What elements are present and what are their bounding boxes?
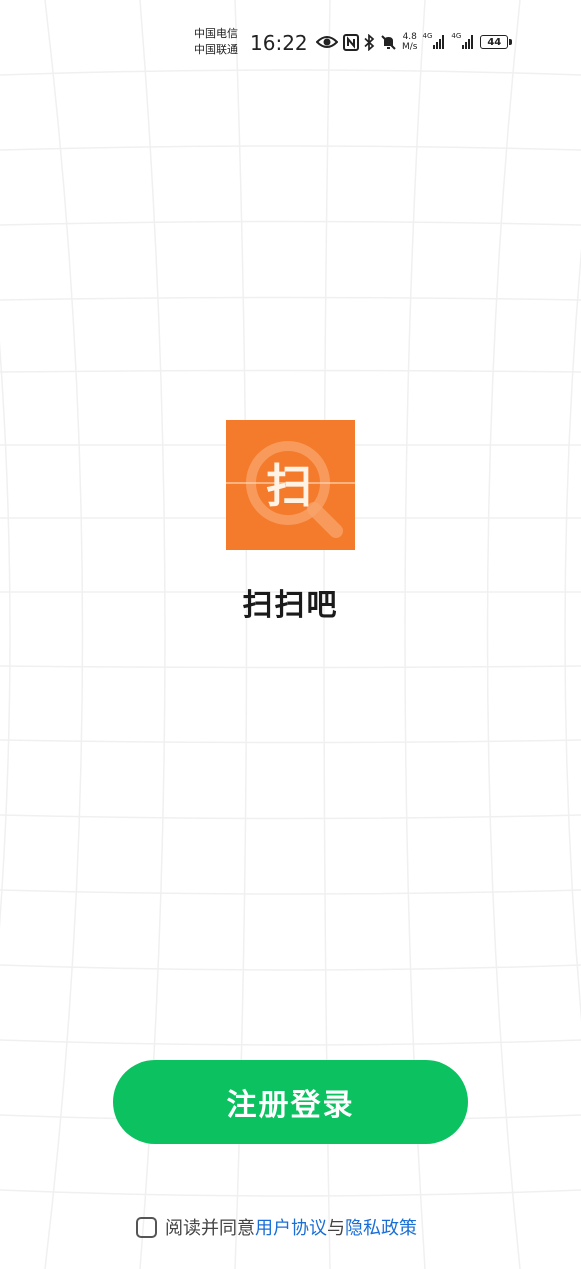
bluetooth-icon [364,33,375,51]
privacy-policy-link[interactable]: 隐私政策 [345,1214,417,1240]
battery-level: 44 [487,36,502,48]
agreement-prefix: 阅读并同意 [165,1218,255,1239]
status-bar: 中国电信 中国联通 16:22 4.8 M/s 4G 4G 44 [0,0,581,88]
signal-icon [462,35,474,49]
sim1-network: 4G [422,32,433,40]
battery-icon: 44 [480,35,513,49]
agreement-conjunction: 与 [327,1218,345,1239]
sim2-network: 4G [451,32,462,40]
carrier-1: 中国电信 [194,27,238,40]
register-login-button[interactable]: 注册登录 [113,1060,468,1144]
nfc-icon [343,33,359,51]
app-logo-char: 扫 [266,459,312,513]
signal-icon [433,35,445,49]
net-speed-value: 4.8 [402,32,417,42]
carrier-2: 中国联通 [194,43,238,56]
agreement-row: 阅读并同意 用户协议 与 隐私政策 [136,1214,417,1240]
app-name: 扫扫吧 [242,588,339,623]
net-speed: 4.8 M/s [402,32,418,52]
app-logo: 扫 [226,420,355,550]
mute-icon [380,34,397,51]
agreement-checkbox[interactable] [136,1216,157,1238]
user-agreement-link[interactable]: 用户协议 [255,1214,327,1240]
status-time: 16:22 [250,31,308,55]
eye-icon [316,35,338,49]
carrier-info: 中国电信 中国联通 [194,26,238,58]
net-speed-unit: M/s [402,42,418,52]
status-icons: 4.8 M/s 4G 4G 44 [316,30,513,54]
